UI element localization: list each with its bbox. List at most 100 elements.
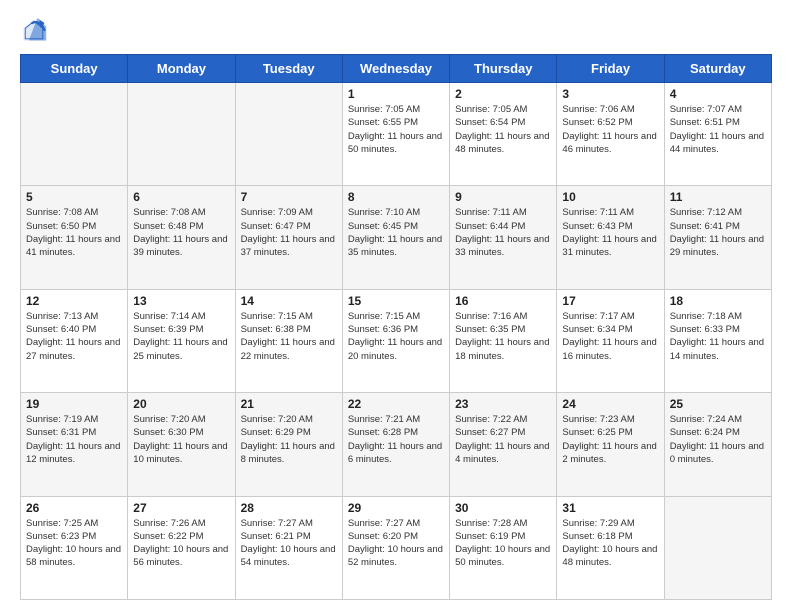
day-info: Sunrise: 7:05 AMSunset: 6:54 PMDaylight:… bbox=[455, 103, 551, 156]
week-row-3: 12 Sunrise: 7:13 AMSunset: 6:40 PMDayligh… bbox=[21, 289, 772, 392]
calendar-cell bbox=[235, 83, 342, 186]
day-number: 6 bbox=[133, 190, 229, 204]
calendar-cell: 3Sunrise: 7:06 AMSunset: 6:52 PMDaylight… bbox=[557, 83, 664, 186]
day-info: Sunrise: 7:18 AMSunset: 6:33 PMDaylight:… bbox=[670, 310, 766, 363]
day-header-thursday: Thursday bbox=[450, 55, 557, 83]
week-row-2: 5 Sunrise: 7:08 AMSunset: 6:50 PMDaylight… bbox=[21, 186, 772, 289]
day-number: 1 bbox=[348, 87, 444, 101]
day-number: 22 bbox=[348, 397, 444, 411]
calendar-cell: 5 Sunrise: 7:08 AMSunset: 6:50 PMDaylight… bbox=[21, 186, 128, 289]
day-info: Sunrise: 7:10 AMSunset: 6:45 PMDaylight:… bbox=[348, 206, 444, 259]
day-info: Sunrise: 7:27 AMSunset: 6:20 PMDaylight:… bbox=[348, 517, 444, 570]
calendar-cell bbox=[21, 83, 128, 186]
calendar-cell: 26 Sunrise: 7:25 AMSunset: 6:23 PMDayligh… bbox=[21, 496, 128, 599]
day-number: 27 bbox=[133, 501, 229, 515]
day-header-monday: Monday bbox=[128, 55, 235, 83]
calendar-cell: 7 Sunrise: 7:09 AMSunset: 6:47 PMDaylight… bbox=[235, 186, 342, 289]
day-number: 21 bbox=[241, 397, 337, 411]
week-row-1: 1 Sunrise: 7:05 AMSunset: 6:55 PMDaylight… bbox=[21, 83, 772, 186]
day-info: Sunrise: 7:25 AMSunset: 6:23 PMDaylight:… bbox=[26, 517, 122, 570]
day-number: 31 bbox=[562, 501, 658, 515]
day-info: Sunrise: 7:17 AMSunset: 6:34 PMDaylight:… bbox=[562, 310, 658, 363]
week-row-5: 26 Sunrise: 7:25 AMSunset: 6:23 PMDayligh… bbox=[21, 496, 772, 599]
day-info: Sunrise: 7:07 AMSunset: 6:51 PMDaylight:… bbox=[670, 103, 766, 156]
logo-icon bbox=[20, 16, 48, 44]
day-info: Sunrise: 7:20 AMSunset: 6:30 PMDaylight:… bbox=[133, 413, 229, 466]
day-number: 12 bbox=[26, 294, 122, 308]
calendar: SundayMondayTuesdayWednesdayThursdayFrid… bbox=[20, 54, 772, 600]
day-number: 20 bbox=[133, 397, 229, 411]
day-number: 29 bbox=[348, 501, 444, 515]
calendar-cell: 22 Sunrise: 7:21 AMSunset: 6:28 PMDayligh… bbox=[342, 393, 449, 496]
day-info: Sunrise: 7:16 AMSunset: 6:35 PMDaylight:… bbox=[455, 310, 551, 363]
calendar-cell: 13Sunrise: 7:14 AMSunset: 6:39 PMDayligh… bbox=[128, 289, 235, 392]
day-info: Sunrise: 7:05 AMSunset: 6:55 PMDaylight:… bbox=[348, 103, 444, 156]
day-header-saturday: Saturday bbox=[664, 55, 771, 83]
day-number: 18 bbox=[670, 294, 766, 308]
calendar-cell: 30 Sunrise: 7:28 AMSunset: 6:19 PMDayligh… bbox=[450, 496, 557, 599]
calendar-cell: 4 Sunrise: 7:07 AMSunset: 6:51 PMDaylight… bbox=[664, 83, 771, 186]
day-number: 9 bbox=[455, 190, 551, 204]
logo bbox=[20, 16, 52, 44]
day-number: 4 bbox=[670, 87, 766, 101]
day-info: Sunrise: 7:15 AMSunset: 6:38 PMDaylight:… bbox=[241, 310, 337, 363]
day-number: 28 bbox=[241, 501, 337, 515]
calendar-cell: 31 Sunrise: 7:29 AMSunset: 6:18 PMDayligh… bbox=[557, 496, 664, 599]
calendar-cell: 19 Sunrise: 7:19 AMSunset: 6:31 PMDayligh… bbox=[21, 393, 128, 496]
calendar-cell: 27Sunrise: 7:26 AMSunset: 6:22 PMDayligh… bbox=[128, 496, 235, 599]
calendar-cell bbox=[664, 496, 771, 599]
calendar-cell: 8 Sunrise: 7:10 AMSunset: 6:45 PMDaylight… bbox=[342, 186, 449, 289]
header bbox=[20, 16, 772, 44]
calendar-cell: 1 Sunrise: 7:05 AMSunset: 6:55 PMDaylight… bbox=[342, 83, 449, 186]
day-number: 30 bbox=[455, 501, 551, 515]
day-number: 25 bbox=[670, 397, 766, 411]
calendar-cell: 10Sunrise: 7:11 AMSunset: 6:43 PMDayligh… bbox=[557, 186, 664, 289]
calendar-cell: 2 Sunrise: 7:05 AMSunset: 6:54 PMDaylight… bbox=[450, 83, 557, 186]
week-row-4: 19 Sunrise: 7:19 AMSunset: 6:31 PMDayligh… bbox=[21, 393, 772, 496]
day-info: Sunrise: 7:21 AMSunset: 6:28 PMDaylight:… bbox=[348, 413, 444, 466]
calendar-cell: 11 Sunrise: 7:12 AMSunset: 6:41 PMDayligh… bbox=[664, 186, 771, 289]
day-number: 26 bbox=[26, 501, 122, 515]
day-info: Sunrise: 7:19 AMSunset: 6:31 PMDaylight:… bbox=[26, 413, 122, 466]
day-info: Sunrise: 7:20 AMSunset: 6:29 PMDaylight:… bbox=[241, 413, 337, 466]
calendar-cell: 9 Sunrise: 7:11 AMSunset: 6:44 PMDaylight… bbox=[450, 186, 557, 289]
calendar-cell: 18 Sunrise: 7:18 AMSunset: 6:33 PMDayligh… bbox=[664, 289, 771, 392]
day-info: Sunrise: 7:08 AMSunset: 6:50 PMDaylight:… bbox=[26, 206, 122, 259]
day-number: 19 bbox=[26, 397, 122, 411]
day-number: 15 bbox=[348, 294, 444, 308]
day-header-tuesday: Tuesday bbox=[235, 55, 342, 83]
day-info: Sunrise: 7:24 AMSunset: 6:24 PMDaylight:… bbox=[670, 413, 766, 466]
day-info: Sunrise: 7:23 AMSunset: 6:25 PMDaylight:… bbox=[562, 413, 658, 466]
calendar-cell: 24Sunrise: 7:23 AMSunset: 6:25 PMDayligh… bbox=[557, 393, 664, 496]
day-info: Sunrise: 7:12 AMSunset: 6:41 PMDaylight:… bbox=[670, 206, 766, 259]
calendar-cell: 16 Sunrise: 7:16 AMSunset: 6:35 PMDayligh… bbox=[450, 289, 557, 392]
day-number: 10 bbox=[562, 190, 658, 204]
day-info: Sunrise: 7:15 AMSunset: 6:36 PMDaylight:… bbox=[348, 310, 444, 363]
day-number: 13 bbox=[133, 294, 229, 308]
day-info: Sunrise: 7:27 AMSunset: 6:21 PMDaylight:… bbox=[241, 517, 337, 570]
page: SundayMondayTuesdayWednesdayThursdayFrid… bbox=[0, 0, 792, 612]
day-info: Sunrise: 7:09 AMSunset: 6:47 PMDaylight:… bbox=[241, 206, 337, 259]
calendar-cell bbox=[128, 83, 235, 186]
day-number: 3 bbox=[562, 87, 658, 101]
calendar-cell: 29 Sunrise: 7:27 AMSunset: 6:20 PMDayligh… bbox=[342, 496, 449, 599]
day-number: 16 bbox=[455, 294, 551, 308]
day-info: Sunrise: 7:28 AMSunset: 6:19 PMDaylight:… bbox=[455, 517, 551, 570]
day-number: 7 bbox=[241, 190, 337, 204]
day-info: Sunrise: 7:22 AMSunset: 6:27 PMDaylight:… bbox=[455, 413, 551, 466]
day-info: Sunrise: 7:29 AMSunset: 6:18 PMDaylight:… bbox=[562, 517, 658, 570]
days-header-row: SundayMondayTuesdayWednesdayThursdayFrid… bbox=[21, 55, 772, 83]
calendar-cell: 12 Sunrise: 7:13 AMSunset: 6:40 PMDayligh… bbox=[21, 289, 128, 392]
day-number: 11 bbox=[670, 190, 766, 204]
day-info: Sunrise: 7:11 AMSunset: 6:44 PMDaylight:… bbox=[455, 206, 551, 259]
calendar-cell: 23 Sunrise: 7:22 AMSunset: 6:27 PMDayligh… bbox=[450, 393, 557, 496]
day-number: 23 bbox=[455, 397, 551, 411]
day-number: 2 bbox=[455, 87, 551, 101]
day-info: Sunrise: 7:13 AMSunset: 6:40 PMDaylight:… bbox=[26, 310, 122, 363]
day-number: 8 bbox=[348, 190, 444, 204]
day-number: 17 bbox=[562, 294, 658, 308]
day-number: 5 bbox=[26, 190, 122, 204]
day-header-wednesday: Wednesday bbox=[342, 55, 449, 83]
day-header-sunday: Sunday bbox=[21, 55, 128, 83]
calendar-cell: 14Sunrise: 7:15 AMSunset: 6:38 PMDayligh… bbox=[235, 289, 342, 392]
